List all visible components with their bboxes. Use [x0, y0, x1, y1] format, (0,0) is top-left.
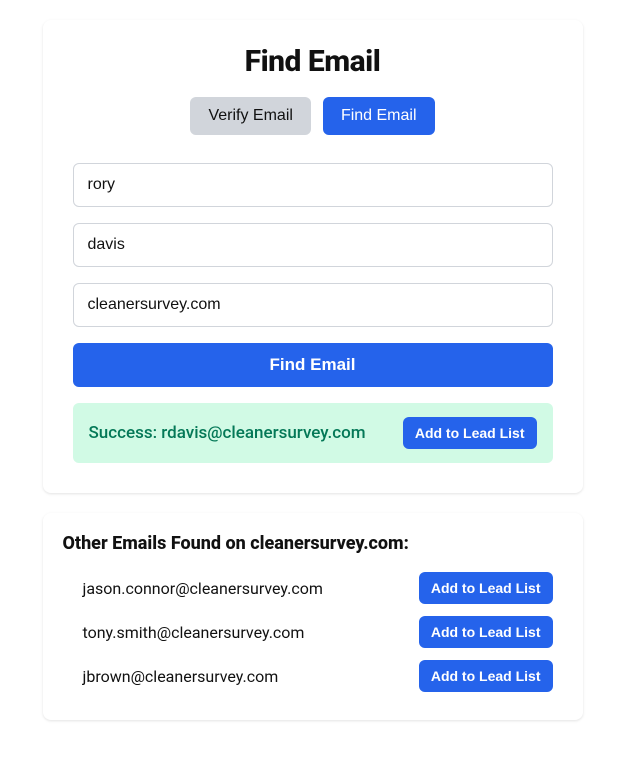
email-row: jbrown@cleanersurvey.com Add to Lead Lis…: [61, 656, 553, 696]
add-to-lead-list-button[interactable]: Add to Lead List: [403, 417, 537, 449]
tab-row: Verify Email Find Email: [73, 97, 553, 135]
other-emails-card: Other Emails Found on cleanersurvey.com:…: [43, 513, 583, 720]
add-to-lead-list-button[interactable]: Add to Lead List: [419, 660, 553, 692]
success-message: Success: rdavis@cleanersurvey.com: [89, 423, 366, 443]
find-email-card: Find Email Verify Email Find Email Find …: [43, 20, 583, 493]
find-email-submit-button[interactable]: Find Email: [73, 343, 553, 387]
domain-input[interactable]: [73, 283, 553, 327]
other-emails-heading: Other Emails Found on cleanersurvey.com:: [63, 533, 553, 554]
other-emails-list: jason.connor@cleanersurvey.com Add to Le…: [61, 568, 553, 696]
email-row: jason.connor@cleanersurvey.com Add to Le…: [61, 568, 553, 608]
email-address: jason.connor@cleanersurvey.com: [83, 579, 323, 598]
last-name-input[interactable]: [73, 223, 553, 267]
email-row: tony.smith@cleanersurvey.com Add to Lead…: [61, 612, 553, 652]
page-title: Find Email: [73, 44, 553, 79]
add-to-lead-list-button[interactable]: Add to Lead List: [419, 616, 553, 648]
email-address: jbrown@cleanersurvey.com: [83, 667, 279, 686]
email-address: tony.smith@cleanersurvey.com: [83, 623, 305, 642]
add-to-lead-list-button[interactable]: Add to Lead List: [419, 572, 553, 604]
first-name-input[interactable]: [73, 163, 553, 207]
tab-verify-email[interactable]: Verify Email: [190, 97, 310, 135]
tab-find-email[interactable]: Find Email: [323, 97, 435, 135]
success-result-box: Success: rdavis@cleanersurvey.com Add to…: [73, 403, 553, 463]
